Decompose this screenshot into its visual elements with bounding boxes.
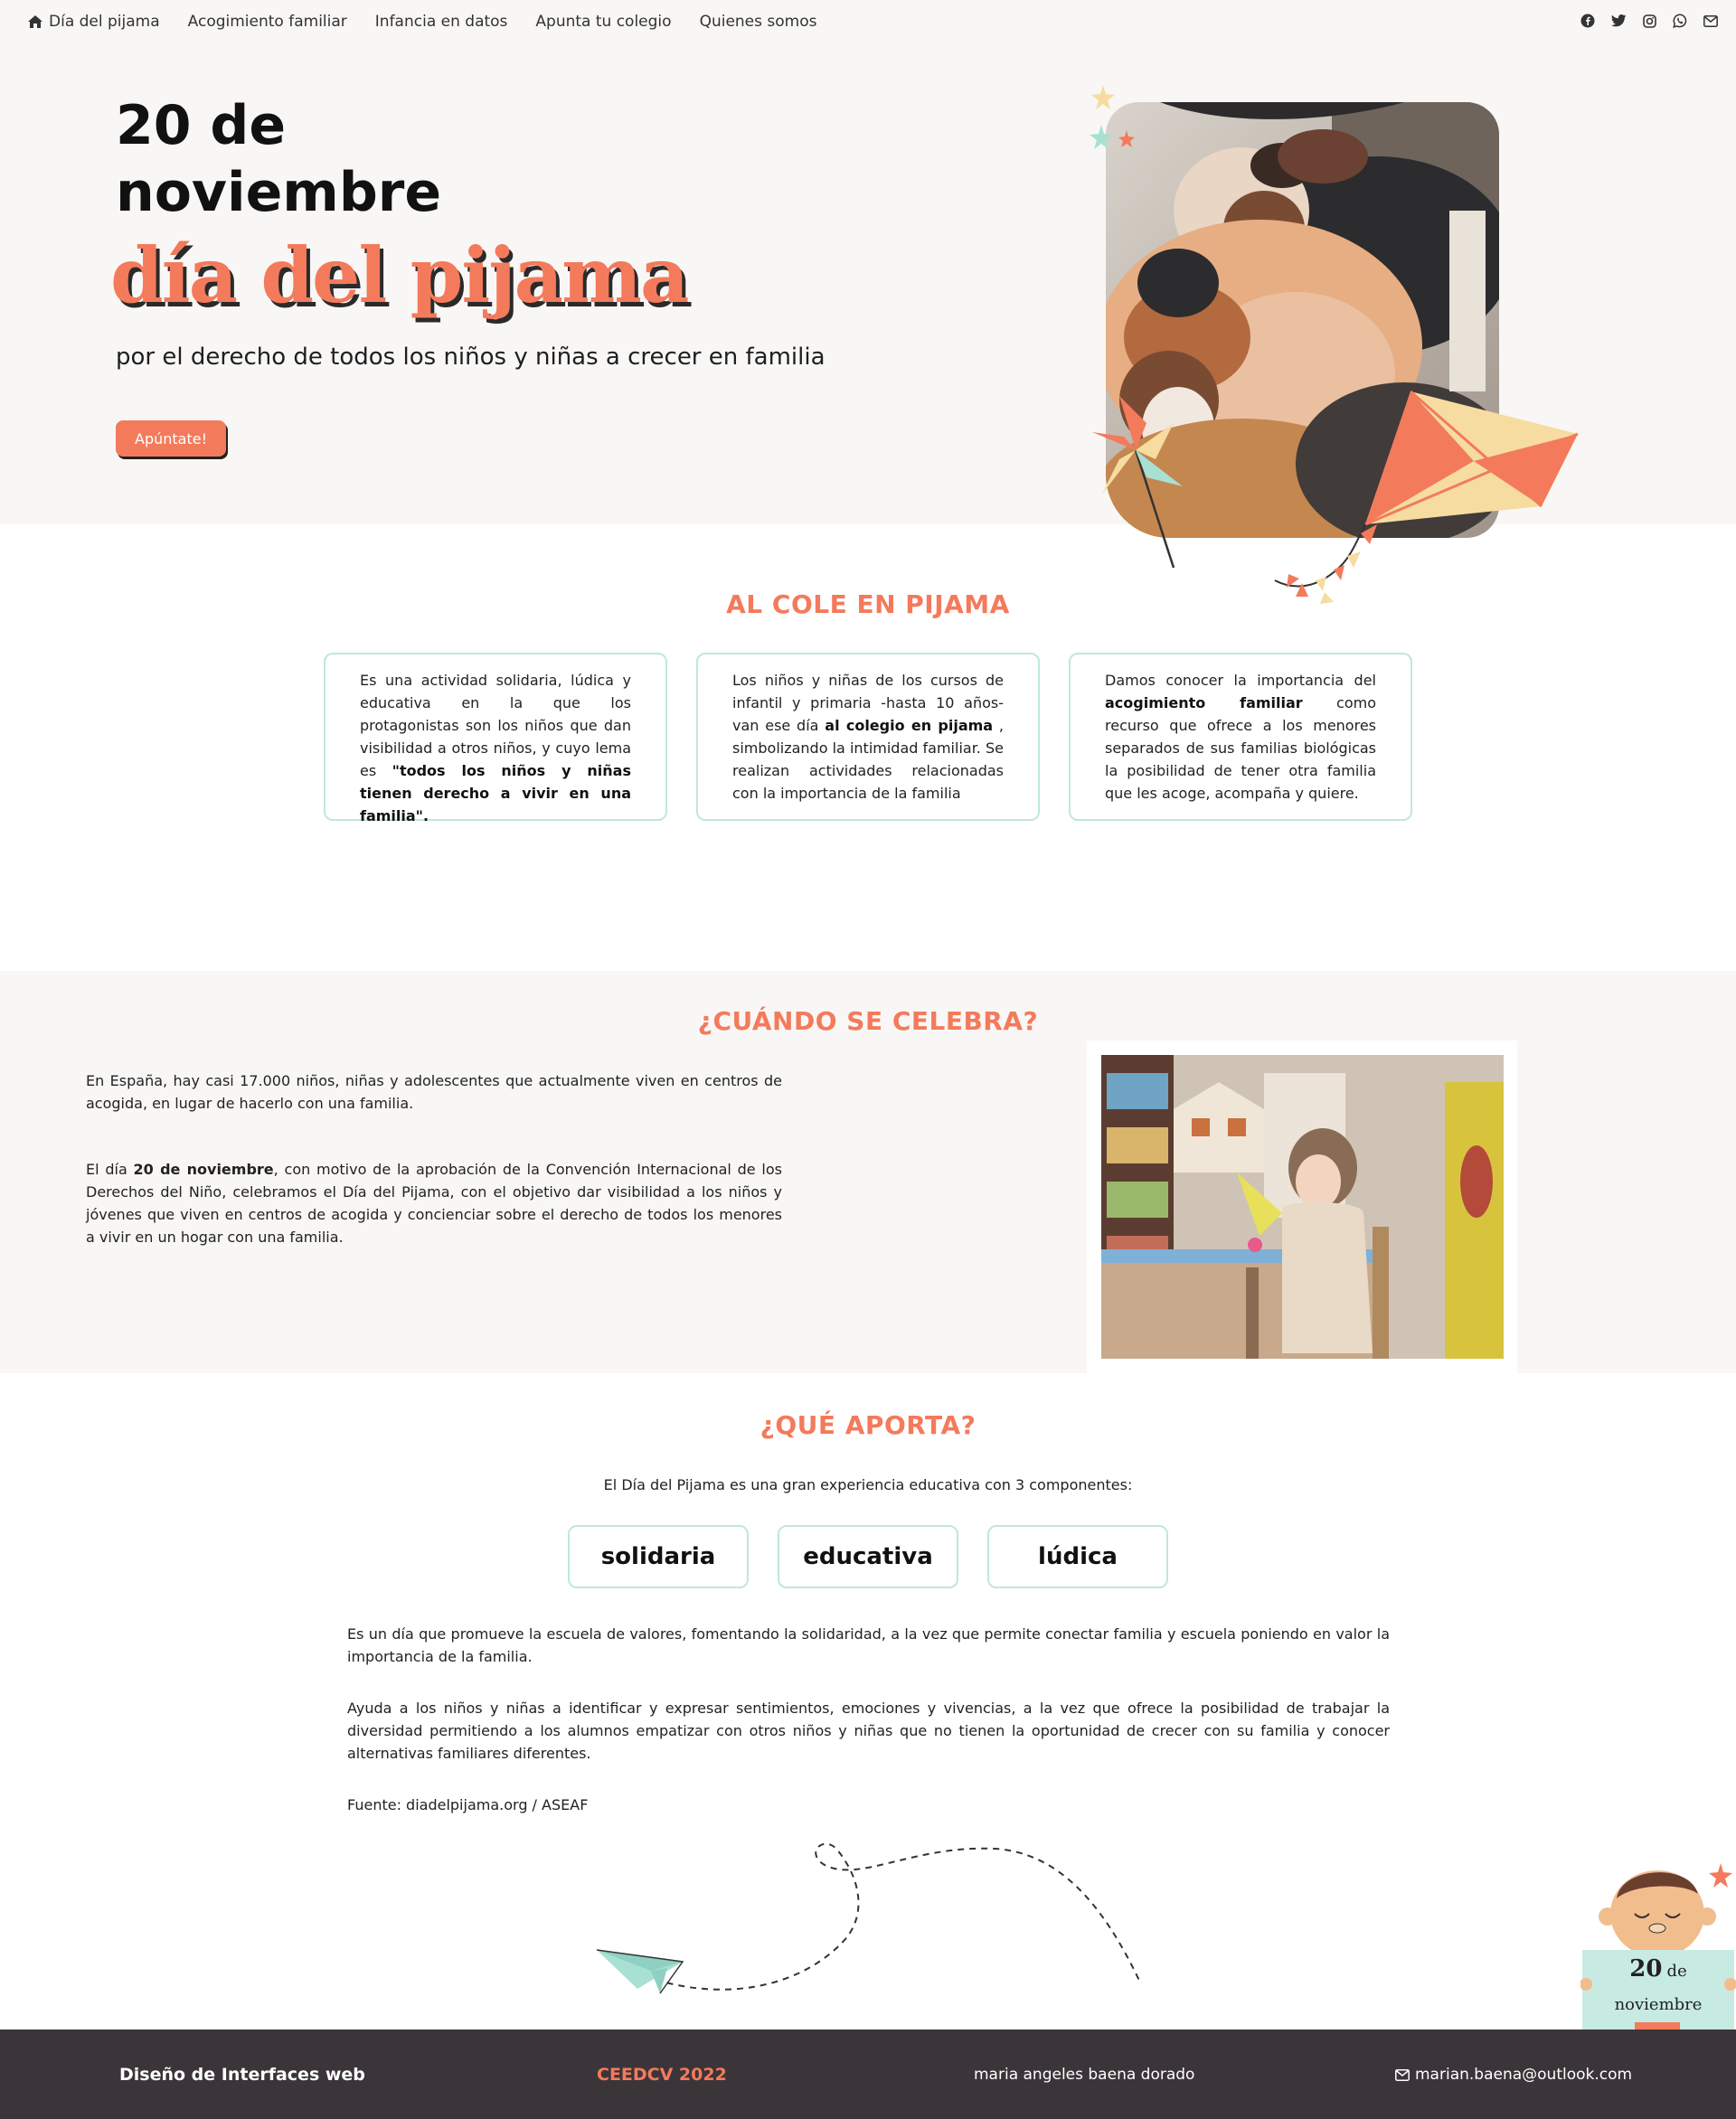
- footer-author: maria angeles baena dorado: [974, 2066, 1195, 2084]
- hero-title-line2: noviembre: [116, 161, 442, 224]
- badge-month: noviembre: [1614, 1995, 1703, 2014]
- hero-subtitle: por el derecho de todos los niños y niña…: [116, 344, 826, 371]
- hero-script-title: día del pijama: [110, 231, 689, 320]
- when-text-bold: 20 de noviembre: [133, 1161, 274, 1178]
- badge-day: 20: [1629, 1955, 1663, 1982]
- card-text-bold: acogimiento familiar: [1105, 694, 1303, 711]
- facebook-icon[interactable]: [1579, 12, 1597, 30]
- envelope-icon: [1395, 2068, 1410, 2081]
- hero-title-line1: 20 de: [116, 94, 287, 157]
- footer: Diseño de Interfaces web CEEDCV 2022 mar…: [0, 2030, 1736, 2119]
- mail-icon[interactable]: [1702, 12, 1720, 30]
- when-text: El día: [86, 1161, 134, 1178]
- social-links: [1579, 12, 1720, 30]
- top-nav: Día del pijama Acogimiento familiar Infa…: [0, 0, 1736, 45]
- nav-link-apunta[interactable]: Apunta tu colegio: [535, 13, 671, 31]
- nav-link-quienes[interactable]: Quienes somos: [700, 13, 817, 31]
- nav-link-label: Día del pijama: [49, 13, 160, 31]
- nav-link-infancia[interactable]: Infancia en datos: [375, 13, 508, 31]
- card-text: Damos conocer la importancia del: [1105, 672, 1376, 689]
- component-pill-educativa: educativa: [778, 1525, 958, 1588]
- signup-button[interactable]: Apúntate!: [116, 420, 226, 457]
- when-paragraph-2: El día 20 de noviembre, con motivo de la…: [86, 1158, 782, 1248]
- card-text-bold: "todos los niños y niñas tienen derecho …: [360, 762, 631, 824]
- aporta-intro: El Día del Pijama es una gran experienci…: [603, 1476, 1133, 1493]
- info-card-2: Los niños y niñas de los cursos de infan…: [696, 653, 1040, 821]
- nav-links: Día del pijama Acogimiento familiar Infa…: [27, 13, 816, 31]
- aporta-paragraph-1: Es un día que promueve la escuela de val…: [347, 1625, 1390, 1665]
- footer-course: Diseño de Interfaces web: [119, 2065, 365, 2085]
- hero-title: 20 de noviembre: [116, 92, 586, 226]
- badge-de: de: [1666, 1962, 1687, 1981]
- aporta-paragraph-2: Ayuda a los niños y niñas a identificar …: [347, 1700, 1390, 1762]
- pinwheel-decoration: [1092, 396, 1183, 569]
- card-text-bold: al colegio en pijama: [825, 717, 994, 734]
- home-icon: [28, 15, 42, 28]
- when-paragraph-1: En España, hay casi 17.000 niños, niñas …: [86, 1072, 782, 1112]
- hero-section: 20 de noviembre día del pijama por el de…: [0, 45, 1736, 604]
- kite-decoration: [1274, 390, 1579, 604]
- whatsapp-icon[interactable]: [1671, 12, 1689, 30]
- instagram-icon[interactable]: [1640, 12, 1658, 30]
- when-photo-frame: [1087, 1041, 1517, 1373]
- section-heading-aporta: ¿QUÉ APORTA?: [760, 1410, 976, 1440]
- section-heading-when: ¿CUÁNDO SE CELEBRA?: [697, 1006, 1039, 1036]
- info-card-1: Es una actividad solidaria, lúdica y edu…: [324, 653, 667, 824]
- footer-email-link[interactable]: marian.baena@outlook.com: [1395, 2066, 1632, 2084]
- info-card-3: Damos conocer la importancia del acogimi…: [1069, 653, 1412, 821]
- twitter-icon[interactable]: [1609, 12, 1628, 30]
- date-badge: 20 de noviembre: [1580, 1858, 1736, 2030]
- component-pill-solidaria: solidaria: [568, 1525, 749, 1588]
- source-note: Fuente: diadelpijama.org / ASEAF: [347, 1796, 589, 1813]
- footer-org: CEEDCV 2022: [597, 2065, 727, 2085]
- nav-link-home[interactable]: Día del pijama: [27, 13, 160, 31]
- component-pill-ludica: lúdica: [987, 1525, 1168, 1588]
- when-photo: [1101, 1055, 1504, 1359]
- nav-link-acogimiento[interactable]: Acogimiento familiar: [188, 13, 347, 31]
- paper-plane-decoration: [596, 1842, 1142, 1994]
- stars-decoration: [1090, 85, 1135, 149]
- footer-email: marian.baena@outlook.com: [1415, 2066, 1633, 2084]
